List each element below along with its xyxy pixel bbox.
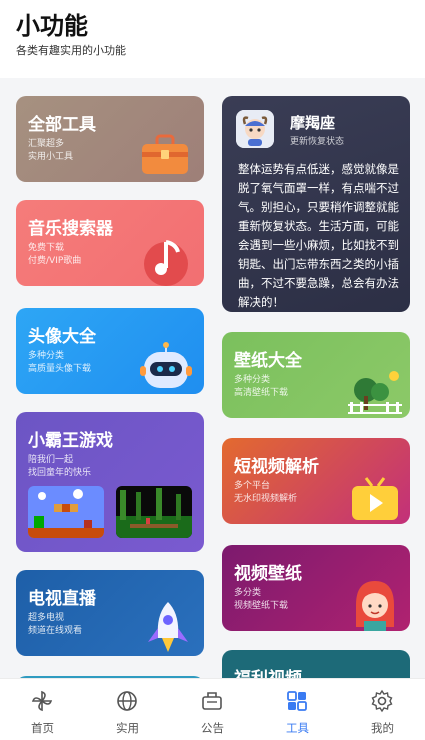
card-title: 全部工具: [28, 115, 96, 135]
tools-grid: 全部工具 汇聚超多 实用小工具 音乐搜索器 免费下载 付费/VIP歌曲 头像大全…: [0, 78, 425, 678]
tab-practical[interactable]: 实用: [85, 679, 170, 740]
tab-tools[interactable]: 工具: [255, 679, 340, 740]
globe-icon: [117, 691, 137, 711]
toolbox-icon: [142, 134, 188, 174]
horoscope-status: 更新恢复状态: [290, 137, 345, 147]
tab-mine[interactable]: 我的: [340, 679, 425, 740]
welfare-video-card[interactable]: 福利视频: [222, 650, 410, 678]
card-desc: 免费下载: [28, 243, 65, 253]
card-title: 视频壁纸: [234, 564, 302, 584]
megaphone-icon: [202, 692, 222, 710]
card-desc: 陪我们一起: [28, 455, 74, 465]
tab-label: 首页: [31, 721, 54, 735]
tab-label: 实用: [116, 721, 139, 735]
card-desc: 多种分类: [234, 375, 271, 385]
short-video-parser-card[interactable]: 短视频解析 多个平台 无水印视频解析: [222, 438, 410, 524]
gear-icon: [371, 689, 393, 713]
tab-announcement[interactable]: 公告: [170, 679, 255, 740]
robot-icon: [140, 342, 192, 388]
card-desc: 付费/VIP歌曲: [28, 256, 82, 266]
horoscope-card[interactable]: 摩羯座 更新恢复状态 整体运势有点低迷，感觉就像是脱了氧气面罩一样，有点喘不过气…: [222, 96, 410, 312]
card-desc: 多个平台: [234, 481, 271, 491]
card-desc: 找回童年的快乐: [28, 468, 92, 478]
card-desc: 高质量头像下载: [28, 364, 92, 374]
music-search-card[interactable]: 音乐搜索器 免费下载 付费/VIP歌曲: [16, 200, 204, 286]
card-desc: 无水印视频解析: [234, 494, 298, 504]
video-wallpaper-card[interactable]: 视频壁纸 多分类 视频壁纸下载: [222, 545, 410, 631]
tab-label: 公告: [201, 721, 224, 735]
card-title: 壁纸大全: [234, 351, 302, 371]
card-desc: 超多电视: [28, 613, 65, 623]
capricorn-avatar-icon: [236, 110, 274, 148]
girl-avatar-icon: [356, 581, 394, 631]
garden-icon: [348, 371, 402, 414]
card-title: 小霸王游戏: [28, 431, 113, 451]
page-subtitle: 各类有趣实用的小功能: [16, 44, 126, 57]
play-tv-icon: [352, 477, 398, 520]
card-desc: 多分类: [234, 588, 262, 598]
card-title: 短视频解析: [234, 457, 319, 477]
tab-home[interactable]: 首页: [0, 679, 85, 740]
page-title: 小功能: [16, 12, 88, 40]
card-desc: 实用小工具: [28, 152, 74, 162]
bottom-tab-bar: 首页 实用 公告 工具 我的: [0, 678, 425, 740]
horoscope-text: 整体运势有点低迷，感觉就像是脱了氧气面罩一样，有点喘不过气。别担心，只要稍作调整…: [238, 162, 399, 309]
all-tools-card[interactable]: 全部工具 汇聚超多 实用小工具: [16, 96, 204, 182]
avatar-collection-card[interactable]: 头像大全 多种分类 高质量头像下载: [16, 308, 204, 394]
card-title: 福利视频: [234, 664, 302, 678]
retro-games-card[interactable]: 小霸王游戏 陪我们一起 找回童年的快乐: [16, 412, 204, 552]
horoscope-sign: 摩羯座: [290, 114, 336, 132]
music-note-icon: [144, 240, 188, 286]
game-screenshot-contra: [116, 486, 192, 538]
card-desc: 多种分类: [28, 351, 65, 361]
page-header: 小功能 各类有趣实用的小功能: [0, 0, 425, 78]
card-title: 音乐搜索器: [28, 219, 113, 239]
card-desc: 视频壁纸下载: [234, 601, 289, 611]
wallpaper-card[interactable]: 壁纸大全 多种分类 高清壁纸下载: [222, 332, 410, 418]
game-screenshot-mario: [28, 486, 104, 538]
card-title: 电视直播: [28, 589, 96, 609]
card-desc: 高清壁纸下载: [234, 388, 289, 398]
tab-label: 我的: [371, 721, 394, 735]
live-tv-card[interactable]: 电视直播 超多电视 频道在线观看: [16, 570, 204, 656]
pinwheel-icon: [31, 690, 53, 712]
tab-label: 工具: [286, 721, 309, 735]
card-desc: 频道在线观看: [28, 626, 83, 636]
rocket-icon: [148, 602, 188, 652]
card-title: 头像大全: [28, 327, 96, 347]
card-desc: 汇聚超多: [28, 139, 65, 149]
grid-tools-icon: [287, 691, 307, 711]
